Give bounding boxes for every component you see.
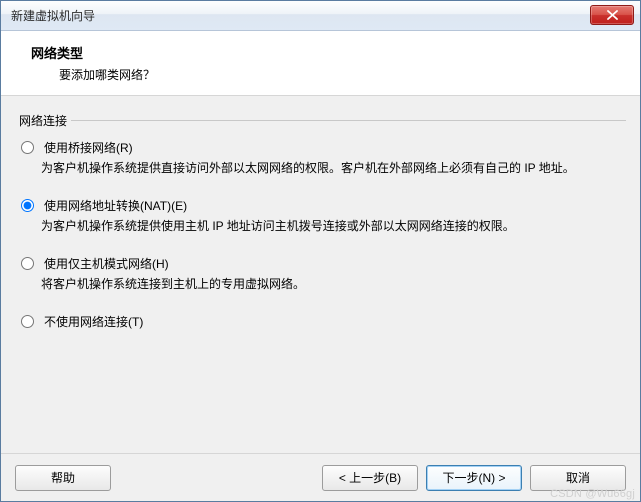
fieldset-divider: [15, 120, 626, 121]
wizard-header: 网络类型 要添加哪类网络？: [1, 31, 640, 96]
close-icon: [607, 10, 618, 20]
option-hostonly-row[interactable]: 使用仅主机模式网络(H): [19, 255, 622, 272]
option-bridged: 使用桥接网络(R) 为客户机操作系统提供直接访问外部以太网网络的权限。客户机在外…: [19, 139, 622, 177]
radio-none[interactable]: [21, 315, 34, 328]
radio-hostonly[interactable]: [21, 257, 34, 270]
option-bridged-row[interactable]: 使用桥接网络(R): [19, 139, 622, 156]
wizard-window: 新建虚拟机向导 网络类型 要添加哪类网络？ 网络连接 使用桥接网络(R) 为客户…: [0, 0, 641, 502]
radio-nat[interactable]: [21, 199, 34, 212]
window-title: 新建虚拟机向导: [11, 7, 95, 24]
back-button[interactable]: < 上一步(B): [322, 465, 418, 491]
option-none: 不使用网络连接(T): [19, 313, 622, 330]
option-nat: 使用网络地址转换(NAT)(E) 为客户机操作系统提供使用主机 IP 地址访问主…: [19, 197, 622, 235]
option-bridged-label: 使用桥接网络(R): [44, 139, 133, 156]
wizard-footer: 帮助 < 上一步(B) 下一步(N) > 取消: [1, 453, 640, 501]
close-button[interactable]: [590, 5, 634, 25]
wizard-body: 网络连接 使用桥接网络(R) 为客户机操作系统提供直接访问外部以太网网络的权限。…: [1, 96, 640, 453]
network-options: 使用桥接网络(R) 为客户机操作系统提供直接访问外部以太网网络的权限。客户机在外…: [15, 129, 626, 334]
option-nat-row[interactable]: 使用网络地址转换(NAT)(E): [19, 197, 622, 214]
titlebar: 新建虚拟机向导: [1, 1, 640, 31]
network-fieldset: 网络连接 使用桥接网络(R) 为客户机操作系统提供直接访问外部以太网网络的权限。…: [15, 112, 626, 334]
option-nat-desc: 为客户机操作系统提供使用主机 IP 地址访问主机拨号连接或外部以太网网络连接的权…: [41, 217, 611, 235]
option-hostonly-label: 使用仅主机模式网络(H): [44, 255, 169, 272]
page-title: 网络类型: [31, 43, 622, 62]
option-nat-label: 使用网络地址转换(NAT)(E): [44, 197, 187, 214]
page-subtitle: 要添加哪类网络？: [59, 66, 622, 83]
fieldset-legend: 网络连接: [15, 112, 71, 129]
radio-bridged[interactable]: [21, 141, 34, 154]
help-button[interactable]: 帮助: [15, 465, 111, 491]
option-none-label: 不使用网络连接(T): [44, 313, 143, 330]
option-hostonly-desc: 将客户机操作系统连接到主机上的专用虚拟网络。: [41, 275, 611, 293]
option-bridged-desc: 为客户机操作系统提供直接访问外部以太网网络的权限。客户机在外部网络上必须有自己的…: [41, 159, 611, 177]
next-button[interactable]: 下一步(N) >: [426, 465, 522, 491]
option-none-row[interactable]: 不使用网络连接(T): [19, 313, 622, 330]
cancel-button[interactable]: 取消: [530, 465, 626, 491]
option-hostonly: 使用仅主机模式网络(H) 将客户机操作系统连接到主机上的专用虚拟网络。: [19, 255, 622, 293]
